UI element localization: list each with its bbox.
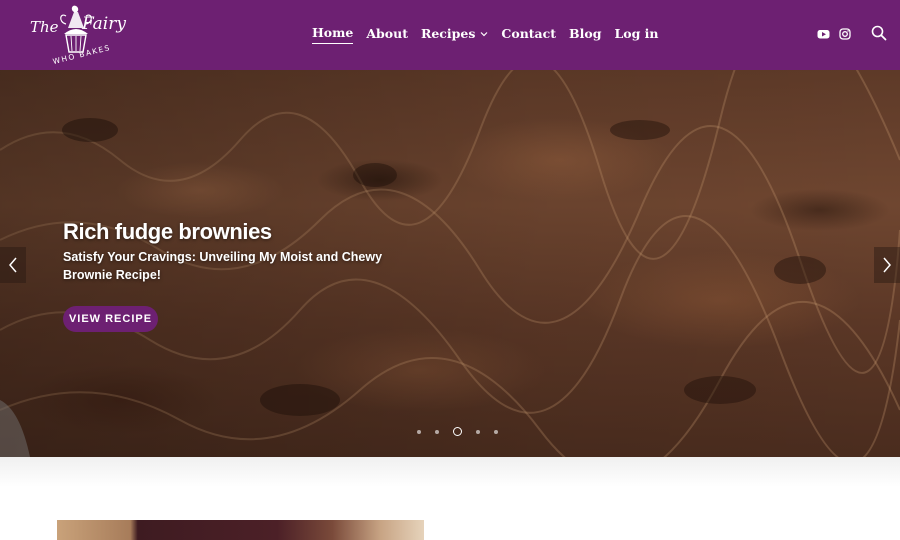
search-icon [871,25,887,41]
nav-item-about[interactable]: About [366,24,408,44]
slider-dot[interactable] [476,429,480,434]
nav-item-recipes[interactable]: Recipes [421,24,488,44]
nav-item-blog[interactable]: Blog [569,24,601,44]
slider-dot[interactable] [494,429,498,434]
slider-dot-active[interactable] [453,427,462,436]
slider-dot[interactable] [417,429,421,434]
slider-dots [410,427,505,436]
nav-item-label: Contact [501,26,557,41]
slider-next-button[interactable] [874,247,900,283]
nav-item-contact[interactable]: Contact [501,24,556,44]
featured-recipe-image[interactable] [57,520,424,540]
site-header: The Fairy WHO BAKES Home About Recipes C… [0,0,900,70]
slider-prev-button[interactable] [0,247,26,283]
nav-item-home[interactable]: Home [312,24,354,44]
youtube-icon [817,30,830,39]
search-button[interactable] [871,25,887,45]
nav-item-label: Recipes [420,26,476,41]
chevron-left-icon [9,257,17,273]
main-nav: Home About Recipes Contact Blog Log in [312,24,672,44]
nav-item-login[interactable]: Log in [614,24,658,44]
site-logo[interactable]: The Fairy WHO BAKES [14,2,129,68]
hero-subtitle: Satisfy Your Cravings: Unveiling My Mois… [63,250,383,282]
nav-item-label: Log in [614,26,659,41]
hero-title: Rich fudge brownies [63,219,272,244]
nav-item-label: Home [312,24,354,44]
nav-item-label: Blog [569,26,602,41]
slider-dot[interactable] [435,429,439,434]
instagram-link[interactable] [839,28,851,40]
logo-text-the: The [30,18,59,36]
instagram-icon [839,28,851,40]
chevron-down-icon [480,32,488,37]
section-divider-shadow [0,457,900,487]
chevron-right-icon [883,257,891,273]
hero-slider: Rich fudge brownies Satisfy Your Craving… [0,70,900,457]
nav-item-label: About [366,26,408,41]
youtube-link[interactable] [817,28,830,40]
view-recipe-button[interactable]: VIEW RECIPE [63,306,158,332]
logo-text-fairy: Fairy [82,14,126,34]
